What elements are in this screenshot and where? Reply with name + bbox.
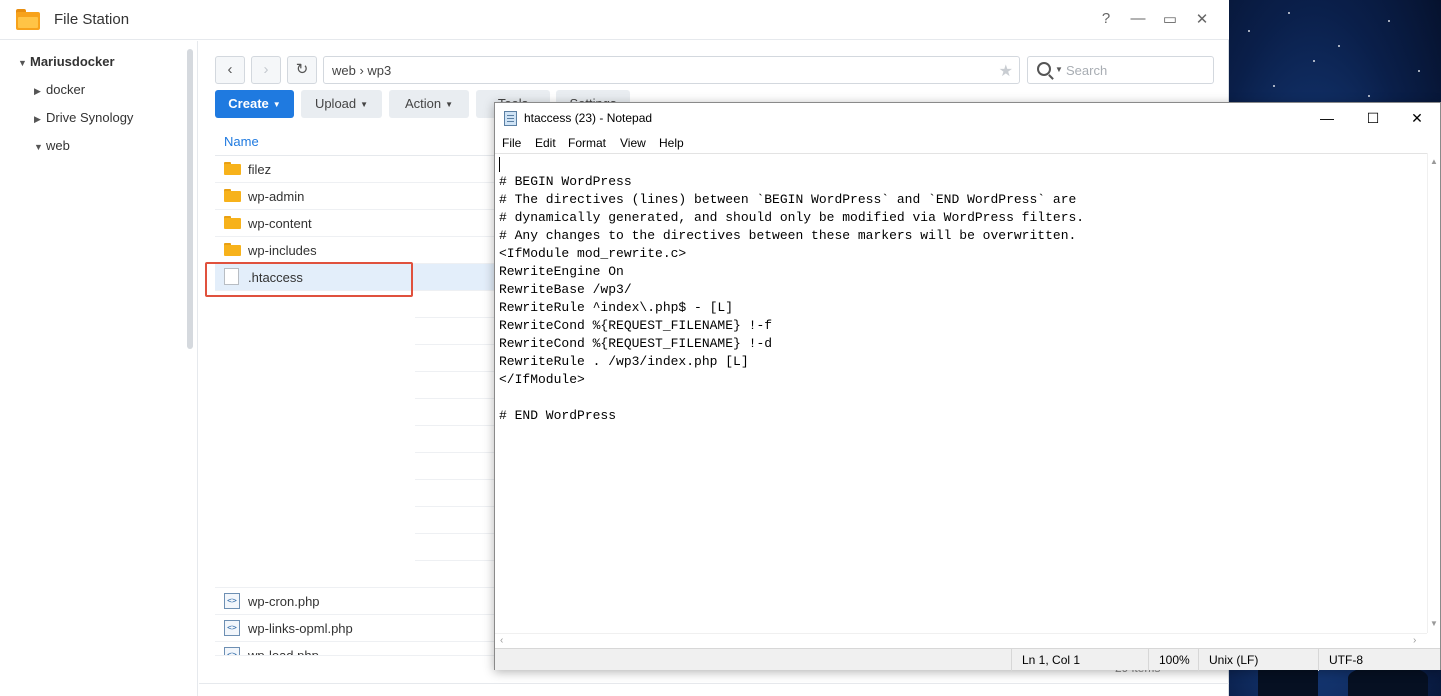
horizontal-scrollbar[interactable]: ‹ › <box>495 633 1427 647</box>
sidebar-item-drive-synology[interactable]: ▶ Drive Synology <box>34 110 133 125</box>
window-title: File Station <box>54 11 130 28</box>
php-file-icon: <> <box>224 647 240 655</box>
chevron-right-icon: ▶ <box>34 114 41 124</box>
menu-edit[interactable]: Edit <box>535 136 556 150</box>
menu-help[interactable]: Help <box>659 136 684 150</box>
list-divider <box>415 291 495 318</box>
list-divider <box>215 561 495 588</box>
list-divider <box>415 399 495 426</box>
back-button[interactable]: ‹ <box>215 56 245 84</box>
chevron-down-icon: ▼ <box>18 58 27 68</box>
scroll-left-icon[interactable]: ‹ <box>500 635 503 646</box>
cursor-position: Ln 1, Col 1 <box>1011 649 1145 671</box>
menu-file[interactable]: File <box>502 136 521 150</box>
scroll-down-icon[interactable]: ▼ <box>1430 619 1438 628</box>
caret-down-icon: ▼ <box>445 100 454 109</box>
chevron-down-icon: ▼ <box>34 142 43 152</box>
chevron-right-icon: › <box>263 61 269 78</box>
notepad-content: # BEGIN WordPress # The directives (line… <box>499 174 1085 423</box>
sidebar-scrollbar[interactable] <box>187 49 193 349</box>
caret-down-icon: ▼ <box>360 100 369 109</box>
star <box>1368 95 1370 97</box>
maximize-button[interactable]: ▭ <box>1160 10 1180 28</box>
action-button[interactable]: Action ▼ <box>389 90 469 118</box>
close-icon: ✕ <box>1411 110 1423 126</box>
chevron-right-icon: ▶ <box>34 86 41 96</box>
folder-icon <box>224 162 241 175</box>
php-file-icon: <> <box>224 620 240 636</box>
notepad-menubar: File Edit Format View Help <box>495 133 1440 153</box>
status-divider <box>199 683 1229 684</box>
refresh-button[interactable]: ↻ <box>287 56 317 84</box>
star-icon[interactable]: ★ <box>999 61 1013 81</box>
encoding: UTF-8 <box>1318 649 1438 671</box>
list-divider <box>415 318 495 345</box>
search-icon[interactable] <box>1037 62 1051 76</box>
star <box>1248 30 1250 32</box>
scroll-right-icon[interactable]: › <box>1413 635 1416 646</box>
notepad-maximize-button[interactable]: ☐ <box>1350 103 1396 133</box>
line-ending: Unix (LF) <box>1198 649 1318 671</box>
maximize-icon: ☐ <box>1366 110 1380 126</box>
notepad-statusbar: Ln 1, Col 1 100% Unix (LF) UTF-8 <box>495 648 1440 671</box>
sidebar: ▼ Mariusdocker ▶ docker ▶ Drive Synology ▼ w… <box>0 41 198 696</box>
list-divider <box>415 480 495 507</box>
list-divider <box>415 372 495 399</box>
help-button[interactable]: ? <box>1096 10 1116 27</box>
notepad-icon <box>504 111 517 126</box>
list-divider <box>415 534 495 561</box>
star <box>1313 60 1315 62</box>
notepad-window: htaccess (23) - Notepad — ☐ ✕ File Edit … <box>494 102 1441 671</box>
notepad-title: htaccess (23) - Notepad <box>524 111 653 125</box>
search-box: ▼ <box>1027 56 1214 84</box>
create-button[interactable]: Create ▼ <box>215 90 294 118</box>
vertical-scrollbar[interactable]: ▲ ▼ <box>1427 153 1440 633</box>
menu-view[interactable]: View <box>620 136 646 150</box>
list-divider <box>415 507 495 534</box>
notepad-close-button[interactable]: ✕ <box>1394 103 1440 133</box>
star <box>1388 20 1390 22</box>
star <box>1273 85 1275 87</box>
file-station-logo-icon <box>16 8 40 32</box>
breadcrumb: web › wp3 <box>332 63 392 78</box>
folder-icon <box>224 189 241 202</box>
file-icon <box>224 268 239 285</box>
sidebar-item-root[interactable]: ▼ Mariusdocker <box>18 54 115 69</box>
folder-icon <box>224 243 241 256</box>
caret-down-icon[interactable]: ▼ <box>1055 65 1063 74</box>
sidebar-item-docker[interactable]: ▶ docker <box>34 82 85 97</box>
notepad-titlebar: htaccess (23) - Notepad — ☐ ✕ <box>495 103 1440 133</box>
file-station-titlebar: File Station ? — ▭ ✕ <box>0 0 1229 40</box>
search-input[interactable] <box>1066 61 1206 79</box>
upload-button[interactable]: Upload ▼ <box>301 90 382 118</box>
forward-button[interactable]: › <box>251 56 281 84</box>
menu-format[interactable]: Format <box>568 136 606 150</box>
minimize-icon: — <box>1320 110 1334 126</box>
list-divider <box>415 345 495 372</box>
list-divider <box>415 453 495 480</box>
folder-icon <box>224 216 241 229</box>
column-header-name[interactable]: Name <box>224 134 259 149</box>
star <box>1418 70 1420 72</box>
chevron-left-icon: ‹ <box>227 61 233 78</box>
zoom-level: 100% <box>1148 649 1198 671</box>
minimize-button[interactable]: — <box>1128 10 1148 27</box>
php-file-icon: <> <box>224 593 240 609</box>
sidebar-item-web[interactable]: ▼ web <box>34 138 70 153</box>
path-bar[interactable]: web › wp3 ★ <box>323 56 1020 84</box>
star <box>1288 12 1290 14</box>
star <box>1338 45 1340 47</box>
refresh-icon: ↻ <box>295 61 309 78</box>
notepad-minimize-button[interactable]: — <box>1304 103 1350 133</box>
list-divider <box>415 426 495 453</box>
notepad-text-area[interactable]: # BEGIN WordPress # The directives (line… <box>495 153 1427 633</box>
scroll-up-icon[interactable]: ▲ <box>1430 157 1438 166</box>
close-button[interactable]: ✕ <box>1192 10 1212 28</box>
caret-down-icon: ▼ <box>272 100 281 109</box>
